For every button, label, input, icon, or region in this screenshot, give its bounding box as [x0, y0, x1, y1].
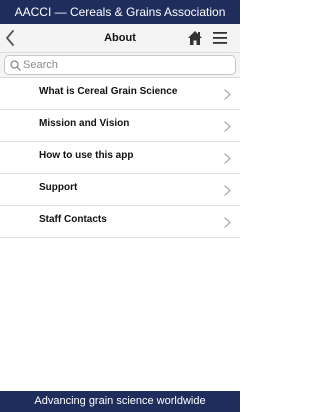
page-title: About: [104, 32, 136, 44]
hamburger-menu-icon: [213, 32, 227, 44]
list-item-label: Support: [39, 182, 78, 193]
home-button[interactable]: [186, 29, 204, 47]
list-item-what-is-cereal-grain-science[interactable]: What is Cereal Grain Science: [0, 78, 240, 110]
list-item-label: How to use this app: [39, 150, 134, 161]
footer-tagline: Advancing grain science worldwide: [34, 395, 206, 407]
list-item-label: Staff Contacts: [39, 214, 107, 225]
list-item-mission-and-vision[interactable]: Mission and Vision: [0, 110, 240, 142]
chevron-right-icon: [224, 89, 231, 100]
list-item-label: Mission and Vision: [39, 118, 130, 129]
search-icon: [10, 60, 21, 71]
home-icon: [188, 31, 202, 45]
list-item-staff-contacts[interactable]: Staff Contacts: [0, 206, 240, 238]
menu-button[interactable]: [211, 29, 229, 47]
chevron-right-icon: [224, 153, 231, 164]
footer-banner: Advancing grain science worldwide: [0, 391, 240, 412]
back-button[interactable]: [2, 28, 18, 48]
list-item-how-to-use-this-app[interactable]: How to use this app: [0, 142, 240, 174]
list-item-label: What is Cereal Grain Science: [39, 86, 178, 97]
list-item-support[interactable]: Support: [0, 174, 240, 206]
navigation-bar: About: [0, 24, 240, 53]
search-bar: [0, 53, 240, 78]
chevron-right-icon: [224, 185, 231, 196]
chevron-right-icon: [224, 217, 231, 228]
chevron-left-icon: [6, 30, 14, 46]
about-menu-list: What is Cereal Grain Science Mission and…: [0, 78, 240, 238]
search-input[interactable]: [23, 57, 228, 73]
search-box[interactable]: [4, 55, 236, 75]
app-header-title: AACCI — Cereals & Grains Association: [14, 5, 226, 19]
app-header-banner: AACCI — Cereals & Grains Association: [0, 0, 240, 24]
chevron-right-icon: [224, 121, 231, 132]
